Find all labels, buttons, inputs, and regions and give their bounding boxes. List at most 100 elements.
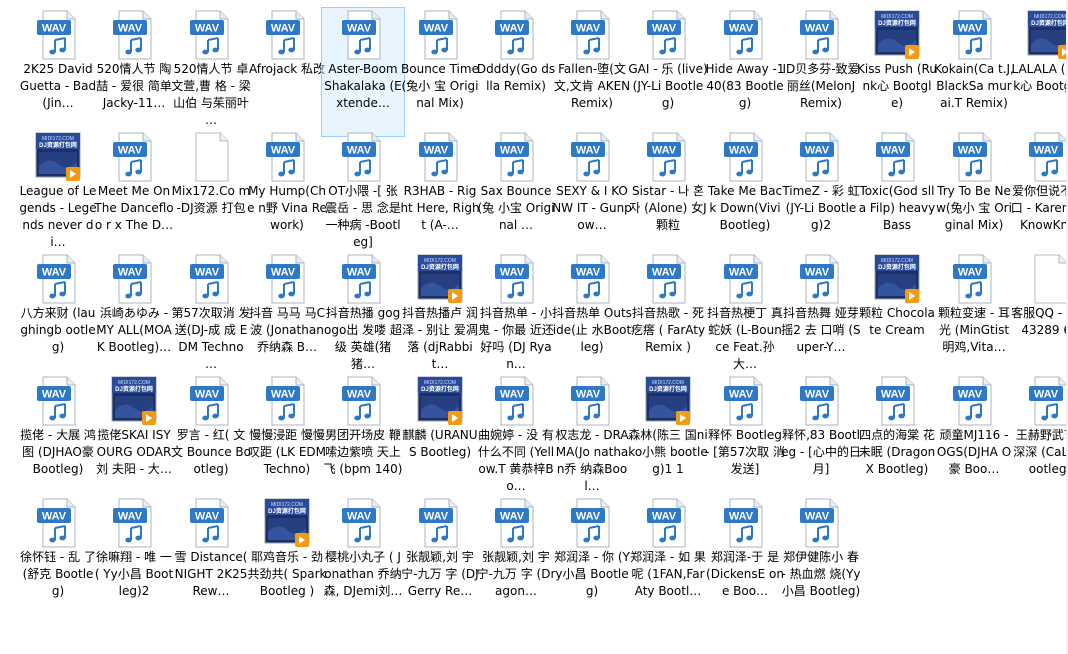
file-item[interactable]: WAV 郑润泽-于 是 (DickensE one Boo… xyxy=(706,498,784,618)
file-item[interactable]: WAV ID贝多芬-致爱丽丝(MelonJ Remix) xyxy=(782,10,860,130)
file-item[interactable]: WAV 权志龙 - DRAMA(Jo nathan乔 纳森Bool… xyxy=(555,376,629,496)
file-item[interactable]: MIDI172.COM DJ资源打包网 League of Legends - Le… xyxy=(19,132,97,252)
file-item[interactable]: WAV 八方来财 (laughingb ootleg) xyxy=(20,254,96,374)
file-name-label: 樱桃小丸子 ( Jonathan 乔纳森, DJemi刘… xyxy=(323,550,403,598)
svg-text:WAV: WAV xyxy=(805,511,830,523)
svg-text:WAV: WAV xyxy=(424,145,449,157)
file-item[interactable]: WAV 释怀 Bootleg - [第57次取 消发送] xyxy=(705,376,785,496)
file-item[interactable]: WAV Sax Bounce(兔 小宝 Original … xyxy=(478,132,554,252)
file-item[interactable]: WAV Ddddy(Go dslla Remix) xyxy=(477,10,555,130)
doc-icon xyxy=(1027,254,1068,304)
svg-text:WAV: WAV xyxy=(347,267,372,279)
file-name-label: 郑伊健陈小 春 - 热血燃 烧(Yy小昌 Bootleg) xyxy=(781,550,861,598)
wav-icon: WAV xyxy=(569,10,615,60)
file-item[interactable]: MIDI172.COM DJ资源打包网 Kiss Push (Runk心 Bootg… xyxy=(857,10,937,130)
file-item[interactable]: WAV 第57次取消 发送(DJ-成 成 EDM Techno … xyxy=(171,254,251,374)
file-item[interactable]: WAV GAI - 乐 (live)(JY-Li Bootleg) xyxy=(628,10,708,130)
file-item[interactable]: WAV 浜崎あゆみ - MY ALL(MOAK Bootleg)… xyxy=(96,254,172,374)
file-item[interactable]: WAV 樱桃小丸子 ( Jonathan 乔纳森, DJemi刘… xyxy=(324,498,402,618)
wav-icon: WAV xyxy=(951,376,997,426)
file-item[interactable]: WAV Fallen-堕(文文,文肯 AKEN Remix) xyxy=(554,10,630,130)
wav-icon: WAV xyxy=(340,498,386,548)
file-item[interactable]: WAV 抖音热歌 - 死疙瘩 ( FarAty Remix ) xyxy=(631,254,705,374)
file-item[interactable]: WAV 顽童MJ116 - OGS(DJHA O豪 Boo… xyxy=(937,376,1011,496)
file-item[interactable]: WAV 抖音热播 gogogo出 发喽 超级 英雄(猪猪… xyxy=(324,254,402,374)
file-item[interactable]: WAV 揽佬 - 大展 鸿图 (DJHAO豪 Bootleg) xyxy=(20,376,96,496)
file-item[interactable]: WAV 张靓颖,刘 宇宁-九万 字 (Dragon… xyxy=(477,498,555,618)
svg-text:WAV: WAV xyxy=(881,145,906,157)
file-name-label: OT小隈 -[ 张震岳 - 思 念是一种病 -Bootleg] xyxy=(325,184,401,249)
svg-text:DJ资源打包网: DJ资源打包网 xyxy=(421,263,459,271)
file-item[interactable]: WAV Hide Away -140(83 Bootleg) xyxy=(706,10,784,130)
file-item[interactable]: WAV 爱你但说不 出口 - Karencici KnowKn… xyxy=(1011,132,1068,252)
file-item[interactable]: WAV 徐嘛翔 - 唯 一 ( Yy小昌 Bootleg)2 xyxy=(95,498,173,618)
file-item[interactable]: WAV 徐怀钰 - 乱 了(舒克 Bootleg) xyxy=(20,498,96,618)
file-name-label: 抖音热梗丁 真蛇妖 (L-Bounce Feat.孙大… xyxy=(707,306,783,371)
svg-text:WAV: WAV xyxy=(42,389,67,401)
file-item[interactable]: WAV 颗粒变速 - 耳光 (MinGtist 明鸡,Vita… xyxy=(938,254,1010,374)
file-item[interactable]: MIDI172.COM DJ资源打包网 森林(陈三 国niko小熊 bootleg)… xyxy=(628,376,708,496)
file-item[interactable]: WAV 抖音 马马 马C波 (Jonathan 乔纳森 B… xyxy=(249,254,325,374)
file-item[interactable]: WAV 抖音热单 - 小鬼 - 你最 近还好吗 (DJ Ryan… xyxy=(478,254,554,374)
file-item[interactable]: WAV 郑伊健陈小 春 - 热血燃 烧(Yy小昌 Bootleg) xyxy=(781,498,861,618)
file-item[interactable]: WAV 2K25 David Guetta - Bad (Jin… xyxy=(20,10,96,130)
file-item[interactable]: WAV 抖音热单 Outside(止 水Bootleg) xyxy=(552,254,632,374)
svg-text:WAV: WAV xyxy=(118,145,143,157)
file-item[interactable]: WAV Take Me Back Down(Vivi Bootleg) xyxy=(708,132,782,252)
file-item[interactable]: WAV TimeZ - 彩 虹(JY-Li Bootleg)2 xyxy=(782,132,860,252)
wav-icon: WAV xyxy=(111,10,157,60)
file-item[interactable]: WAV Afrojack 私改 xyxy=(249,10,325,130)
file-item[interactable]: MIDI172.COM DJ资源打包网 颗粒 Chocolate Cream xyxy=(859,254,935,374)
svg-text:WAV: WAV xyxy=(118,511,143,523)
file-item[interactable]: WAV 郑润泽 - 你 (Yy小昌 Bootleg) xyxy=(554,498,630,618)
svg-text:WAV: WAV xyxy=(118,267,143,279)
file-item[interactable]: WAV 520情人节 卓文萱,曹 格 - 梁山伯 与茱丽叶 … xyxy=(171,10,251,130)
file-name-label: 释怀,83 Bootleg - [心中的日 月] xyxy=(781,428,861,476)
file-item[interactable]: WAV 抖音热舞 娅芽摇2 去 口哨 (Super-Y… xyxy=(781,254,861,374)
file-name-label: 520情人节 陶喆 - 爱很 简单 Jacky-11… xyxy=(96,62,172,110)
file-item[interactable]: WAV 王赫野武艺 - 深深 (CaLo bootleg) xyxy=(1013,376,1068,496)
file-name-label: Ddddy(Go dslla Remix) xyxy=(476,62,556,93)
file-item[interactable]: MIDI172.COM DJ资源打包网 抖音热播卢 润泽 - 别让 爱凋落 (djR… xyxy=(402,254,478,374)
wav-icon: WAV xyxy=(798,498,844,548)
file-item[interactable]: WAV 张靓颖,刘 宇宁-九万 字 (DJ Gerry Re… xyxy=(401,498,479,618)
file-item[interactable]: WAV Try To Be New(兔小 宝 Original Mix) xyxy=(936,132,1012,252)
file-item[interactable]: WAV 郑润泽 - 如 果呢 (1FAN,Far Aty Bootl… xyxy=(630,498,706,618)
file-item[interactable]: WAV 抖音热梗丁 真蛇妖 (L-Bounce Feat.孙大… xyxy=(707,254,783,374)
file-item[interactable]: MIDI172.COMDJ资源打包网LALALA (Runk心 Bootgle) xyxy=(1011,10,1068,130)
file-item[interactable]: WAV 男团开场皮 鞭嗦边紫喷 天上飞 (bpm 140) xyxy=(324,376,402,496)
file-item[interactable]: MIDI172.COM DJ资源打包网 耶鸡音乐 - 劲共劲共( Spark Boo… xyxy=(248,498,326,618)
svg-text:WAV: WAV xyxy=(652,267,677,279)
wav-icon: WAV xyxy=(493,132,539,182)
file-item[interactable]: WAV Meet Me On The Dancefloo r x The D… xyxy=(94,132,174,252)
file-name-label: 抖音 马马 马C波 (Jonathan 乔纳森 B… xyxy=(248,306,325,354)
dj-icon: MIDI172.COM DJ资源打包网 xyxy=(645,376,691,426)
wav-icon: WAV xyxy=(493,254,539,304)
file-item[interactable]: MIDI172.COM DJ资源打包网 麒麟 (URANUS Bootleg) xyxy=(402,376,478,496)
file-item[interactable]: WAV Aster-Boom Shakalaka (Extende… xyxy=(321,7,405,137)
file-item[interactable]: WAV 罗言 - 红( 文文 Bounce Bootleg) xyxy=(171,376,251,496)
file-item[interactable]: WAV OT小隈 -[ 张震岳 - 思 念是一种病 -Bootleg] xyxy=(325,132,401,252)
file-item[interactable]: WAV SEXY & I KONW IT - Gunpow… xyxy=(552,132,632,252)
file-item[interactable]: MIDI172.COM DJ资源打包网 揽佬SKAI ISYOURG ODAR 刘 … xyxy=(96,376,172,496)
file-item[interactable]: Mix172.Co m-DJ资源 打包 xyxy=(172,132,250,252)
svg-text:MIDI172.COM: MIDI172.COM xyxy=(42,136,74,142)
file-item[interactable]: WAV R3HAB - Right Here, Right (A-… xyxy=(400,132,480,252)
file-name-label: 森林(陈三 国niko小熊 bootleg)1 1 xyxy=(628,428,708,476)
svg-text:WAV: WAV xyxy=(729,267,754,279)
file-item[interactable]: 客服QQ - 10443289 64 xyxy=(1011,254,1068,374)
file-item[interactable]: WAV 曲婉婷 - 没 有什么不同 (Yellow.T 黄恭梓Bo… xyxy=(478,376,554,496)
file-item[interactable]: WAV Bounce Time(兔小 宝 Original Mix) xyxy=(401,10,479,130)
file-item[interactable]: WAV 520情人节 陶喆 - 爱很 简单 Jacky-11… xyxy=(96,10,172,130)
file-item[interactable]: WAV 释怀,83 Bootleg - [心中的日 月] xyxy=(781,376,861,496)
wav-icon: WAV xyxy=(722,376,768,426)
file-item[interactable]: WAV My Hump(Che n野 Vina Rework) xyxy=(247,132,327,252)
file-item[interactable]: WAV Sistar - 나 혼자 (Alone) 女J 颗粒 xyxy=(629,132,707,252)
file-item[interactable]: WAV 雪 Distance( NIGHT 2K25Rew… xyxy=(175,498,247,618)
file-item[interactable]: WAV Toxic(God slla Filp) heavy Bass xyxy=(859,132,935,252)
file-item[interactable]: WAV 四点的海棠 花未眠 (DragonX Bootleg) xyxy=(859,376,935,496)
file-name-label: League of Legends - Legends never di… xyxy=(19,184,97,249)
wav-icon: WAV xyxy=(111,132,157,182)
file-item[interactable]: WAV 慢慢浸距 慢慢叹距 (LK EDM Techno) xyxy=(248,376,326,496)
file-item[interactable]: WAV Kokain(Ca t.J,BlackSa murai.T Remix) xyxy=(934,10,1014,130)
